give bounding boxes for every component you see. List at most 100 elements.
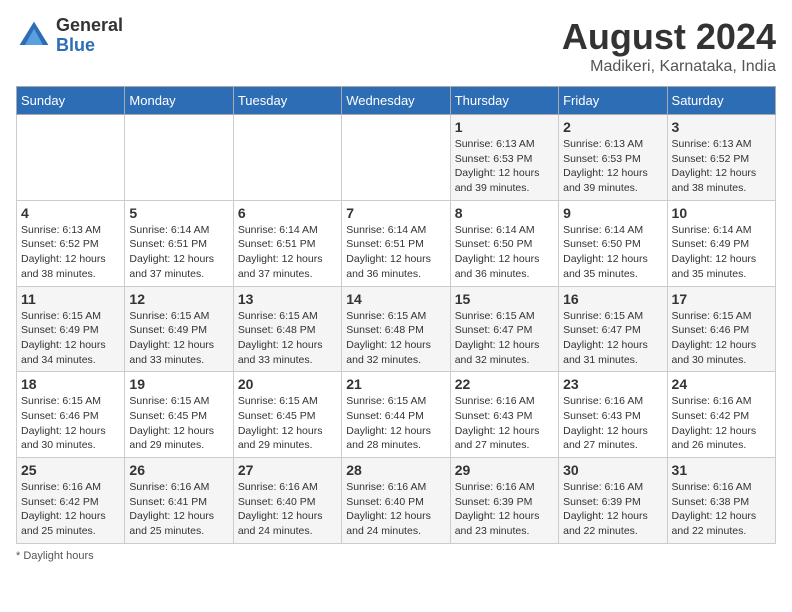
day-header-sunday: Sunday [17, 87, 125, 115]
day-number: 13 [238, 291, 337, 307]
day-info: Sunrise: 6:16 AMSunset: 6:43 PMDaylight:… [455, 394, 554, 453]
calendar-cell: 9 Sunrise: 6:14 AMSunset: 6:50 PMDaylight… [559, 200, 667, 286]
day-info: Sunrise: 6:14 AMSunset: 6:51 PMDaylight:… [238, 223, 337, 282]
day-info: Sunrise: 6:16 AMSunset: 6:43 PMDaylight:… [563, 394, 662, 453]
day-info: Sunrise: 6:14 AMSunset: 6:51 PMDaylight:… [346, 223, 445, 282]
day-info: Sunrise: 6:16 AMSunset: 6:39 PMDaylight:… [455, 480, 554, 539]
title-area: August 2024 Madikeri, Karnataka, India [562, 16, 776, 76]
calendar-cell: 7Sunrise: 6:14 AMSunset: 6:51 PMDaylight… [342, 200, 450, 286]
calendar-cell: 1Sunrise: 6:13 AMSunset: 6:53 PMDaylight… [450, 115, 558, 201]
calendar-cell: 4Sunrise: 6:13 AMSunset: 6:52 PMDaylight… [17, 200, 125, 286]
day-info: Sunrise: 6:15 AMSunset: 6:47 PMDaylight:… [563, 309, 662, 368]
day-number: 10 [672, 205, 771, 221]
calendar-cell [342, 115, 450, 201]
calendar-cell: 16 Sunrise: 6:15 AMSunset: 6:47 PMDayligh… [559, 286, 667, 372]
calendar-cell: 22 Sunrise: 6:16 AMSunset: 6:43 PMDayligh… [450, 372, 558, 458]
day-number: 28 [346, 462, 445, 478]
calendar-week-4: 18 Sunrise: 6:15 AMSunset: 6:46 PMDayligh… [17, 372, 776, 458]
day-number: 31 [672, 462, 771, 478]
calendar-cell: 30Sunrise: 6:16 AMSunset: 6:39 PMDayligh… [559, 458, 667, 544]
day-number: 17 [672, 291, 771, 307]
logo-line2: Blue [56, 36, 123, 56]
day-number: 8 [455, 205, 554, 221]
day-info: Sunrise: 6:14 AMSunset: 6:50 PMDaylight:… [563, 223, 662, 282]
day-number: 11 [21, 291, 120, 307]
calendar-week-3: 11 Sunrise: 6:15 AMSunset: 6:49 PMDayligh… [17, 286, 776, 372]
calendar-table: SundayMondayTuesdayWednesdayThursdayFrid… [16, 86, 776, 544]
day-info: Sunrise: 6:15 AMSunset: 6:45 PMDaylight:… [238, 394, 337, 453]
calendar-cell: 3 Sunrise: 6:13 AMSunset: 6:52 PMDaylight… [667, 115, 775, 201]
calendar-cell: 31 Sunrise: 6:16 AMSunset: 6:38 PMDayligh… [667, 458, 775, 544]
day-info: Sunrise: 6:14 AMSunset: 6:50 PMDaylight:… [455, 223, 554, 282]
calendar-cell: 5Sunrise: 6:14 AMSunset: 6:51 PMDaylight… [125, 200, 233, 286]
day-number: 12 [129, 291, 228, 307]
calendar-cell: 15 Sunrise: 6:15 AMSunset: 6:47 PMDayligh… [450, 286, 558, 372]
day-number: 4 [21, 205, 120, 221]
subtitle: Madikeri, Karnataka, India [562, 58, 776, 76]
day-number: 19 [129, 376, 228, 392]
day-number: 3 [672, 119, 771, 135]
calendar-body: 1Sunrise: 6:13 AMSunset: 6:53 PMDaylight… [17, 115, 776, 544]
day-number: 21 [346, 376, 445, 392]
day-number: 23 [563, 376, 662, 392]
day-info: Sunrise: 6:16 AMSunset: 6:42 PMDaylight:… [21, 480, 120, 539]
day-header-saturday: Saturday [667, 87, 775, 115]
calendar-cell: 20 Sunrise: 6:15 AMSunset: 6:45 PMDayligh… [233, 372, 341, 458]
calendar-cell: 24 Sunrise: 6:16 AMSunset: 6:42 PMDayligh… [667, 372, 775, 458]
day-number: 20 [238, 376, 337, 392]
day-number: 29 [455, 462, 554, 478]
day-number: 9 [563, 205, 662, 221]
calendar-cell [125, 115, 233, 201]
day-header-tuesday: Tuesday [233, 87, 341, 115]
day-header-friday: Friday [559, 87, 667, 115]
day-info: Sunrise: 6:15 AMSunset: 6:49 PMDaylight:… [129, 309, 228, 368]
day-info: Sunrise: 6:16 AMSunset: 6:42 PMDaylight:… [672, 394, 771, 453]
day-header-thursday: Thursday [450, 87, 558, 115]
header: General Blue August 2024 Madikeri, Karna… [16, 16, 776, 76]
day-number: 5 [129, 205, 228, 221]
day-number: 22 [455, 376, 554, 392]
calendar-cell: 26 Sunrise: 6:16 AMSunset: 6:41 PMDayligh… [125, 458, 233, 544]
calendar-cell: 8 Sunrise: 6:14 AMSunset: 6:50 PMDaylight… [450, 200, 558, 286]
day-info: Sunrise: 6:15 AMSunset: 6:45 PMDaylight:… [129, 394, 228, 453]
day-info: Sunrise: 6:13 AMSunset: 6:52 PMDaylight:… [672, 137, 771, 196]
day-number: 6 [238, 205, 337, 221]
day-number: 26 [129, 462, 228, 478]
day-number: 27 [238, 462, 337, 478]
day-info: Sunrise: 6:15 AMSunset: 6:47 PMDaylight:… [455, 309, 554, 368]
day-info: Sunrise: 6:15 AMSunset: 6:48 PMDaylight:… [238, 309, 337, 368]
calendar-cell: 21Sunrise: 6:15 AMSunset: 6:44 PMDayligh… [342, 372, 450, 458]
day-header-monday: Monday [125, 87, 233, 115]
day-number: 2 [563, 119, 662, 135]
day-info: Sunrise: 6:14 AMSunset: 6:49 PMDaylight:… [672, 223, 771, 282]
footer-note: * Daylight hours [16, 550, 776, 562]
calendar-week-5: 25 Sunrise: 6:16 AMSunset: 6:42 PMDayligh… [17, 458, 776, 544]
calendar-cell: 14Sunrise: 6:15 AMSunset: 6:48 PMDayligh… [342, 286, 450, 372]
day-info: Sunrise: 6:15 AMSunset: 6:49 PMDaylight:… [21, 309, 120, 368]
day-number: 18 [21, 376, 120, 392]
calendar-cell: 10 Sunrise: 6:14 AMSunset: 6:49 PMDayligh… [667, 200, 775, 286]
day-info: Sunrise: 6:16 AMSunset: 6:40 PMDaylight:… [346, 480, 445, 539]
day-number: 16 [563, 291, 662, 307]
calendar-cell: 18 Sunrise: 6:15 AMSunset: 6:46 PMDayligh… [17, 372, 125, 458]
day-number: 24 [672, 376, 771, 392]
calendar-header-row: SundayMondayTuesdayWednesdayThursdayFrid… [17, 87, 776, 115]
calendar-week-1: 1Sunrise: 6:13 AMSunset: 6:53 PMDaylight… [17, 115, 776, 201]
day-info: Sunrise: 6:16 AMSunset: 6:41 PMDaylight:… [129, 480, 228, 539]
day-info: Sunrise: 6:13 AMSunset: 6:53 PMDaylight:… [563, 137, 662, 196]
day-number: 25 [21, 462, 120, 478]
calendar-cell: 23 Sunrise: 6:16 AMSunset: 6:43 PMDayligh… [559, 372, 667, 458]
logo-line1: General [56, 16, 123, 36]
day-info: Sunrise: 6:16 AMSunset: 6:40 PMDaylight:… [238, 480, 337, 539]
logo-icon [16, 18, 52, 54]
calendar-cell: 17Sunrise: 6:15 AMSunset: 6:46 PMDayligh… [667, 286, 775, 372]
day-info: Sunrise: 6:15 AMSunset: 6:46 PMDaylight:… [21, 394, 120, 453]
calendar-cell: 28 Sunrise: 6:16 AMSunset: 6:40 PMDayligh… [342, 458, 450, 544]
calendar-cell: 11 Sunrise: 6:15 AMSunset: 6:49 PMDayligh… [17, 286, 125, 372]
day-info: Sunrise: 6:16 AMSunset: 6:38 PMDaylight:… [672, 480, 771, 539]
daylight-note: Daylight hours [23, 550, 93, 562]
calendar-cell: 25 Sunrise: 6:16 AMSunset: 6:42 PMDayligh… [17, 458, 125, 544]
calendar-cell: 29 Sunrise: 6:16 AMSunset: 6:39 PMDayligh… [450, 458, 558, 544]
day-number: 15 [455, 291, 554, 307]
calendar-cell: 27 Sunrise: 6:16 AMSunset: 6:40 PMDayligh… [233, 458, 341, 544]
